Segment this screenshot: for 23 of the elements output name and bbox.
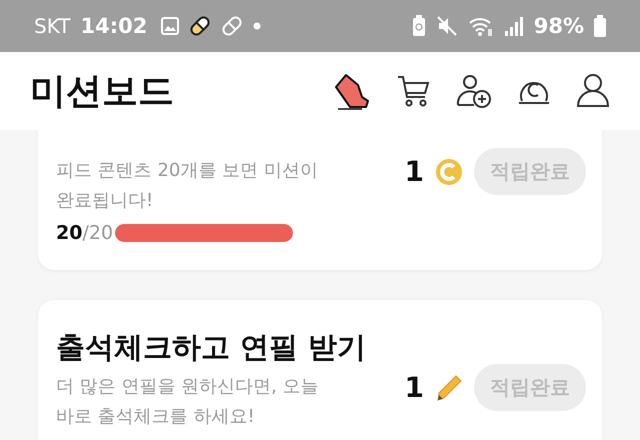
progress-count: 20 <box>56 222 82 244</box>
reward-amount: 1 <box>404 371 424 404</box>
user-icon[interactable] <box>576 73 610 109</box>
image-icon <box>161 17 180 35</box>
page-title: 미션보드 <box>30 70 174 114</box>
pill-icon <box>221 15 244 37</box>
add-user-icon[interactable] <box>456 73 492 109</box>
dot-icon <box>253 22 262 30</box>
cart-icon[interactable] <box>396 73 432 109</box>
battery-saver-icon <box>412 15 426 37</box>
mission-title: 출석체크하고 연필 받기 <box>56 329 368 366</box>
battery-icon <box>594 15 606 37</box>
clock-time: 14:02 <box>80 14 148 38</box>
carrier-name: SKT <box>34 14 70 38</box>
progress-total: /20 <box>82 222 114 244</box>
wifi-icon <box>468 15 494 37</box>
battery-percent: 98% <box>534 14 584 38</box>
mission-description: 피드 콘텐츠 20개를 보면 미션이 완료됩니다! <box>56 159 319 213</box>
mission-description: 더 많은 연필을 원하신다면, 오늘 바로 출석체크를 하세요! <box>56 375 320 429</box>
reward-amount: 1 <box>404 155 424 188</box>
mute-icon <box>436 15 458 37</box>
coin-icon <box>434 156 464 186</box>
signal-icon <box>504 15 524 37</box>
